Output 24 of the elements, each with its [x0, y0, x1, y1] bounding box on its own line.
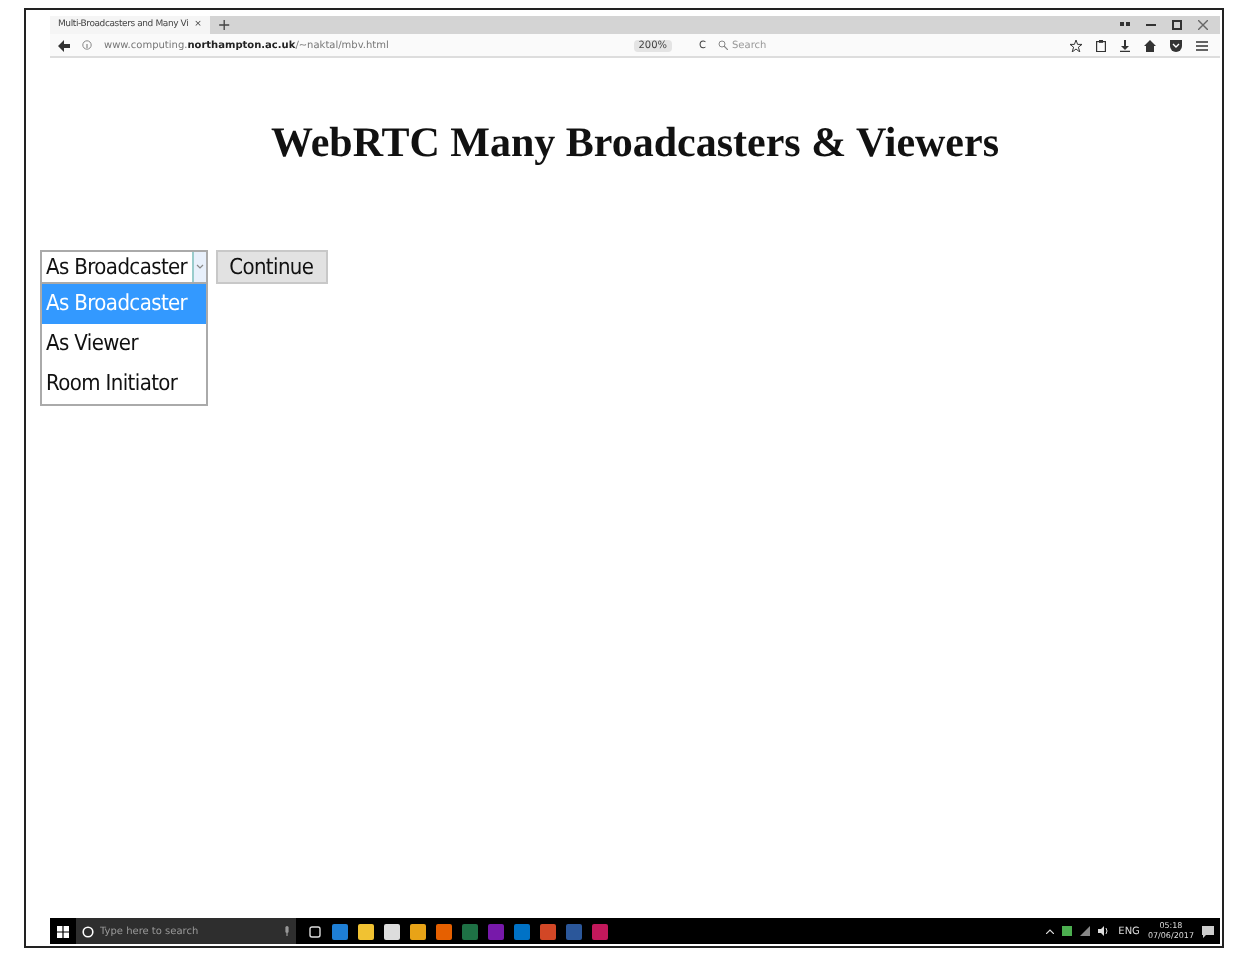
task-view-icon[interactable] — [308, 925, 322, 937]
download-icon[interactable] — [1120, 39, 1130, 51]
maximize-icon[interactable] — [1172, 20, 1182, 30]
close-icon[interactable] — [1198, 20, 1208, 30]
chevron-up-icon[interactable] — [1046, 928, 1055, 934]
page-heading: WebRTC Many Broadcasters & Viewers — [268, 118, 1001, 168]
dropdown-option[interactable]: Room Initiator — [42, 364, 206, 404]
back-icon[interactable] — [58, 39, 70, 51]
home-icon[interactable] — [1144, 39, 1156, 51]
restore-icon[interactable] — [1120, 21, 1130, 29]
notification-icon[interactable] — [1202, 925, 1214, 937]
volume-icon[interactable] — [1098, 926, 1111, 936]
menu-icon[interactable] — [1196, 39, 1208, 51]
continue-button[interactable]: Continue — [215, 250, 328, 284]
search-icon — [718, 40, 728, 50]
star-icon[interactable] — [1070, 39, 1082, 51]
role-dropdown[interactable]: As Broadcaster — [40, 250, 208, 284]
wifi-icon[interactable] — [1080, 926, 1091, 936]
circle-icon — [82, 925, 94, 937]
new-tab-button[interactable]: + — [209, 16, 239, 34]
pocket-icon[interactable] — [1170, 39, 1182, 51]
clipboard-icon[interactable] — [1096, 39, 1106, 51]
microphone-icon[interactable] — [284, 926, 290, 936]
dropdown-option[interactable]: As Viewer — [42, 324, 206, 364]
